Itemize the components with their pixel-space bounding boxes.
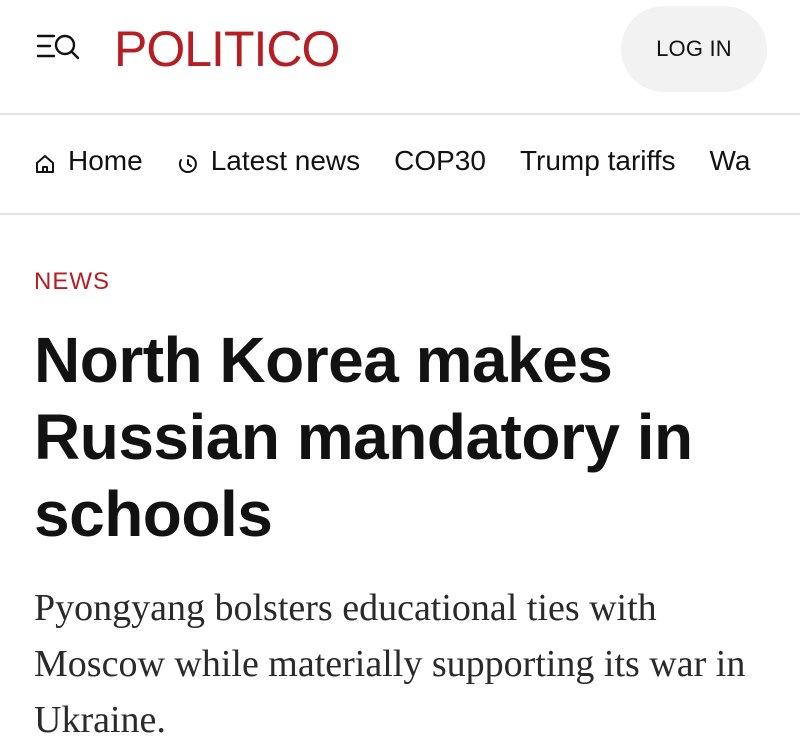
login-button[interactable]: LOG IN xyxy=(621,6,767,92)
nav-item-home[interactable]: Home xyxy=(34,145,143,177)
home-icon xyxy=(34,150,56,173)
menu-search-icon[interactable] xyxy=(36,32,80,62)
nav-item-label: Latest news xyxy=(210,145,361,176)
site-header: POLITICO LOG IN xyxy=(0,0,800,115)
nav-item-label: Home xyxy=(68,145,143,176)
clock-icon xyxy=(177,150,199,173)
nav-item-cop30[interactable]: COP30 xyxy=(394,145,486,177)
nav-item-truncated[interactable]: Wa xyxy=(710,145,751,177)
nav-item-trump-tariffs[interactable]: Trump tariffs xyxy=(520,145,676,177)
article-headline: North Korea makes Russian mandatory in s… xyxy=(34,324,693,550)
nav-item-label: Wa xyxy=(709,145,751,176)
section-nav: Home Latest news COP30 Trump tariffs Wa xyxy=(0,115,800,215)
nav-item-label: Trump tariffs xyxy=(519,145,676,176)
article-kicker[interactable]: NEWS xyxy=(34,268,110,296)
nav-fade xyxy=(760,115,800,213)
nav-item-label: COP30 xyxy=(394,145,486,176)
nav-item-latest-news[interactable]: Latest news xyxy=(177,145,360,177)
politico-logo[interactable]: POLITICO xyxy=(114,20,340,78)
article-dek: Pyongyang bolsters educational ties with… xyxy=(34,587,746,741)
